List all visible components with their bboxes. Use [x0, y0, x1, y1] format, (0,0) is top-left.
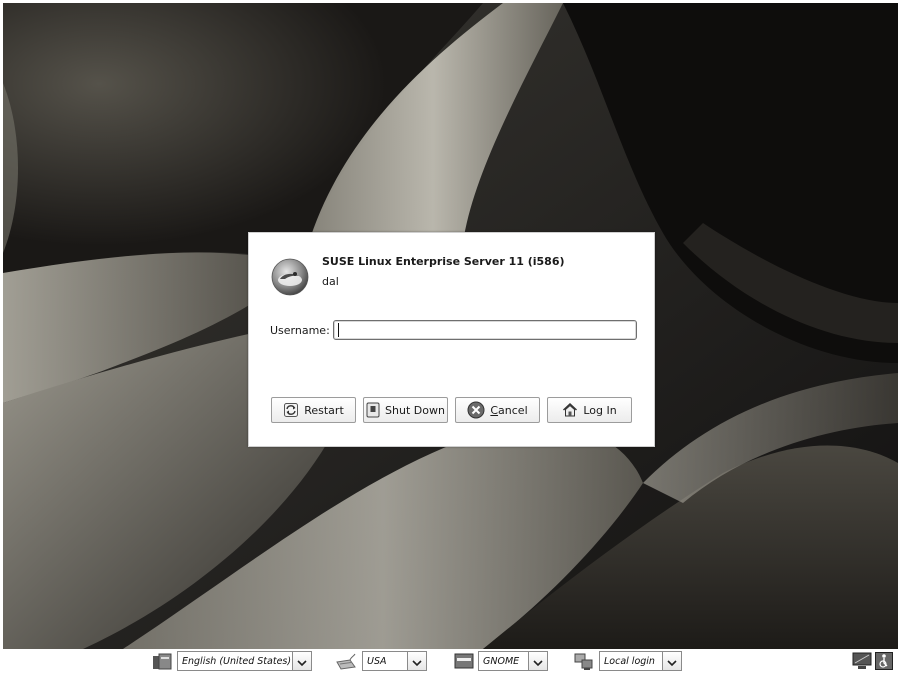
language-selector[interactable]: English (United States) — [177, 651, 312, 671]
session-icon — [454, 653, 474, 673]
language-value: English (United States) — [177, 651, 292, 671]
session-selector[interactable]: GNOME — [478, 651, 548, 671]
chevron-down-icon — [533, 652, 543, 671]
chevron-down-icon — [297, 652, 307, 671]
bottom-panel: English (United States) USA GNOME Local … — [0, 649, 901, 676]
system-title: SUSE Linux Enterprise Server 11 (i586) — [322, 255, 565, 268]
shutdown-button[interactable]: Shut Down — [363, 397, 448, 423]
cancel-button[interactable]: Cancel — [455, 397, 540, 423]
chevron-down-icon — [667, 652, 677, 671]
language-icon — [152, 653, 172, 675]
home-icon — [562, 402, 578, 418]
text-caret — [338, 323, 339, 337]
network-computers-icon — [574, 653, 594, 675]
xdmcp-chooser-icon[interactable] — [852, 652, 872, 674]
keyboard-dropdown-button[interactable] — [407, 651, 427, 671]
shutdown-label: Shut Down — [385, 403, 445, 417]
hostname: dal — [322, 275, 339, 288]
login-button[interactable]: Log In — [547, 397, 632, 423]
login-type-selector[interactable]: Local login — [599, 651, 682, 671]
login-type-value: Local login — [599, 651, 662, 671]
shutdown-icon — [366, 402, 380, 418]
restart-icon — [283, 402, 299, 418]
cancel-mnemonic: C — [490, 403, 499, 417]
restart-label: Restart — [304, 403, 344, 417]
restart-button[interactable]: Restart — [271, 397, 356, 423]
language-dropdown-button[interactable] — [292, 651, 312, 671]
session-value: GNOME — [478, 651, 528, 671]
accessibility-icon[interactable] — [875, 652, 893, 674]
cancel-label: Cancel — [490, 404, 527, 417]
keyboard-layout-selector[interactable]: USA — [362, 651, 427, 671]
keyboard-layout-value: USA — [362, 651, 407, 671]
keyboard-icon — [335, 653, 357, 675]
username-input[interactable] — [333, 320, 637, 340]
session-dropdown-button[interactable] — [528, 651, 548, 671]
suse-logo-icon — [271, 258, 309, 296]
cancel-label-rest: ancel — [498, 403, 528, 417]
chevron-down-icon — [412, 652, 422, 671]
login-dialog: SUSE Linux Enterprise Server 11 (i586) d… — [248, 232, 655, 447]
login-type-dropdown-button[interactable] — [662, 651, 682, 671]
username-label: Username: — [270, 324, 330, 337]
cancel-icon — [467, 401, 485, 419]
login-label: Log In — [583, 403, 617, 417]
